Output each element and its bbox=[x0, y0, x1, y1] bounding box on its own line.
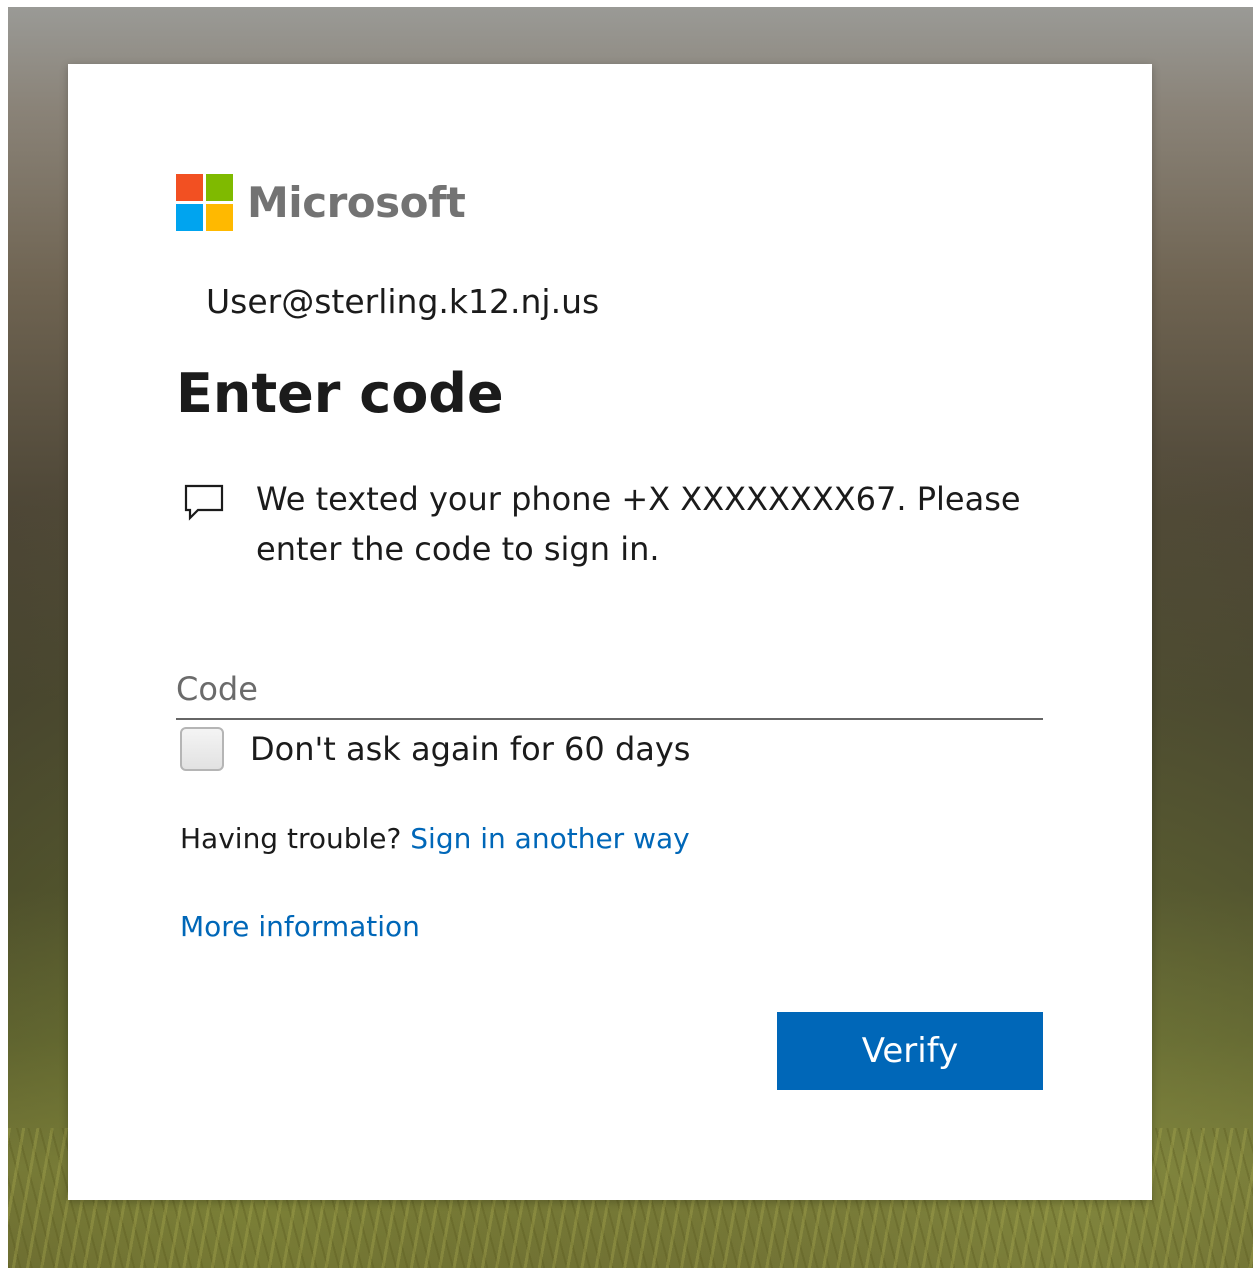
verify-button[interactable]: Verify bbox=[777, 1012, 1043, 1090]
sms-message-text: We texted your phone +X XXXXXXXX67. Plea… bbox=[256, 480, 1021, 568]
remember-label[interactable]: Don't ask again for 60 days bbox=[250, 730, 690, 768]
having-trouble-text: Having trouble? bbox=[180, 822, 411, 855]
remember-option[interactable]: Don't ask again for 60 days bbox=[180, 727, 690, 771]
logo-square-yellow bbox=[206, 204, 233, 231]
remember-checkbox[interactable] bbox=[180, 727, 224, 771]
microsoft-logo: Microsoft bbox=[176, 174, 466, 231]
logo-square-blue bbox=[176, 204, 203, 231]
sign-in-card: Microsoft User@sterling.k12.nj.us Enter … bbox=[68, 64, 1152, 1200]
logo-square-red bbox=[176, 174, 203, 201]
account-identity[interactable]: User@sterling.k12.nj.us bbox=[206, 282, 599, 321]
code-input[interactable] bbox=[176, 660, 1043, 720]
more-information-link[interactable]: More information bbox=[180, 910, 420, 943]
sign-in-another-way-link[interactable]: Sign in another way bbox=[410, 822, 689, 855]
logo-wordmark: Microsoft bbox=[247, 177, 466, 227]
page-title: Enter code bbox=[176, 362, 504, 425]
sms-message: We texted your phone +X XXXXXXXX67. Plea… bbox=[182, 474, 1062, 574]
microsoft-logo-icon bbox=[176, 174, 233, 231]
having-trouble-row: Having trouble? Sign in another way bbox=[180, 822, 690, 855]
logo-square-green bbox=[206, 174, 233, 201]
chat-bubble-icon bbox=[184, 484, 224, 521]
